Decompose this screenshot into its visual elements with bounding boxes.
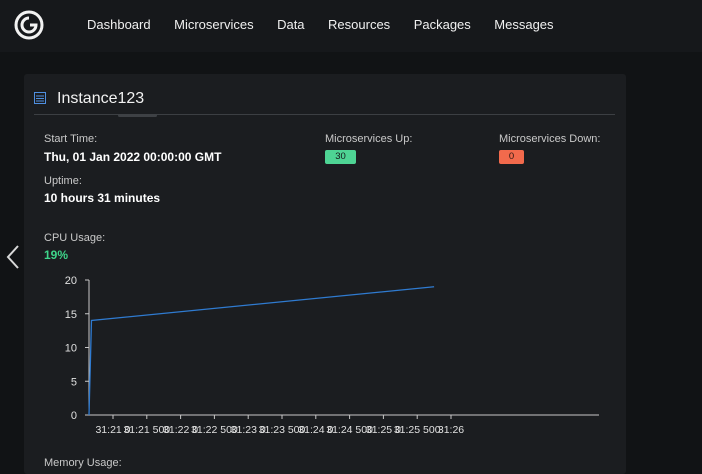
- instance-title: Instance123: [57, 90, 145, 107]
- cpu-usage-value: 19%: [44, 248, 69, 262]
- instance-card: Instance123 Start Time: Thu, 01 Jan 2022…: [24, 74, 626, 474]
- microservices-down-badge: 0: [499, 150, 524, 164]
- memory-usage-label: Memory Usage:: [44, 457, 122, 469]
- y-tick-label: 0: [71, 410, 77, 422]
- microservices-down-label: Microservices Down:: [499, 133, 601, 145]
- cpu-usage-label: CPU Usage:: [44, 232, 106, 244]
- card-header: Instance123: [34, 88, 615, 115]
- y-tick-label: 10: [65, 343, 77, 355]
- nav-microservices[interactable]: Microservices: [174, 17, 253, 32]
- chevron-left-icon[interactable]: [5, 244, 21, 270]
- list-icon: [34, 92, 46, 104]
- y-tick-label: 15: [65, 309, 77, 321]
- tab-indicator: [118, 114, 157, 117]
- top-navigation-bar: Dashboard Microservices Data Resources P…: [0, 0, 702, 52]
- microservices-up-label: Microservices Up:: [325, 133, 413, 145]
- uptime-label: Uptime:: [44, 175, 82, 187]
- y-tick-label: 20: [65, 275, 77, 287]
- start-time-value: Thu, 01 Jan 2022 00:00:00 GMT: [44, 150, 222, 164]
- nav-messages[interactable]: Messages: [494, 17, 553, 32]
- nav-packages[interactable]: Packages: [414, 17, 471, 32]
- cpu-series-line: [88, 286, 435, 416]
- main-nav: Dashboard Microservices Data Resources P…: [87, 17, 577, 32]
- nav-resources[interactable]: Resources: [328, 17, 390, 32]
- x-tick-label: 31:26: [438, 424, 464, 436]
- microservices-up-badge: 30: [325, 150, 356, 164]
- app-logo-icon[interactable]: [13, 9, 45, 41]
- nav-data[interactable]: Data: [277, 17, 304, 32]
- cpu-usage-chart: 0510152031:21 031:21 50031:22 031:22 500…: [65, 275, 599, 436]
- uptime-value: 10 hours 31 minutes: [44, 191, 161, 205]
- nav-dashboard[interactable]: Dashboard: [87, 17, 151, 32]
- start-time-label: Start Time:: [44, 133, 98, 145]
- y-tick-label: 5: [71, 376, 77, 388]
- x-tick-label: 31:25 500: [394, 424, 441, 436]
